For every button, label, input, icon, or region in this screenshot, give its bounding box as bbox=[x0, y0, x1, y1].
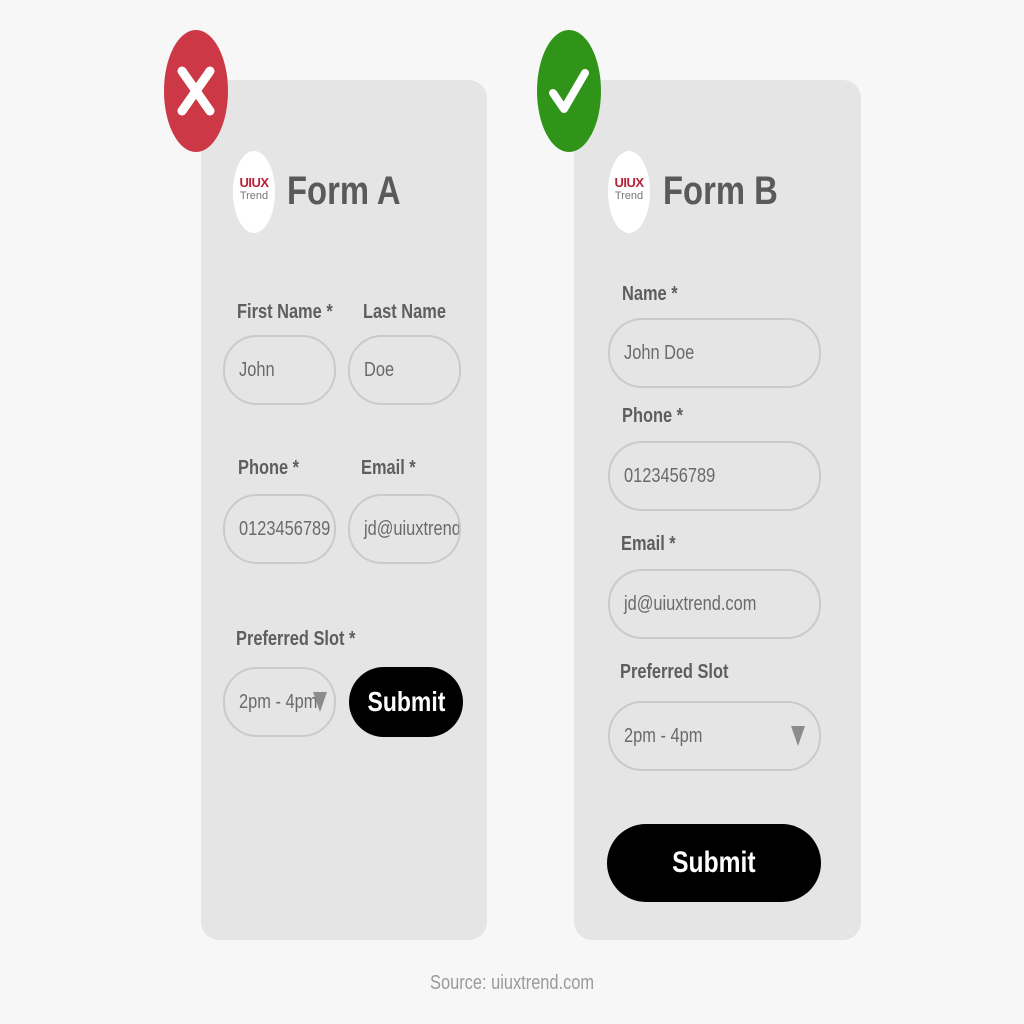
phone-field[interactable]: 0123456789 bbox=[223, 494, 336, 564]
preferred-slot-label: Preferred Slot * bbox=[236, 628, 356, 650]
phone-value: 0123456789 bbox=[624, 465, 716, 487]
email-label: Email * bbox=[361, 457, 416, 479]
first-name-value: John bbox=[239, 359, 275, 381]
name-label: Name * bbox=[622, 283, 678, 305]
email-field[interactable]: jd@uiuxtrend. bbox=[348, 494, 461, 564]
email-label: Email * bbox=[621, 533, 676, 555]
form-b-title: Form B bbox=[663, 169, 778, 213]
phone-label: Phone * bbox=[238, 457, 300, 479]
form-a-title: Form A bbox=[287, 169, 401, 213]
first-name-field[interactable]: John bbox=[223, 335, 336, 405]
logo-text-uiux: UIUX bbox=[614, 175, 644, 190]
first-name-label: First Name * bbox=[237, 301, 333, 323]
name-value: John Doe bbox=[624, 342, 695, 364]
submit-button-label: Submit bbox=[672, 846, 756, 879]
check-icon bbox=[549, 69, 589, 113]
close-icon bbox=[177, 66, 215, 116]
form-b-status-badge bbox=[537, 30, 601, 152]
email-value: jd@uiuxtrend.com bbox=[624, 593, 757, 615]
phone-label: Phone * bbox=[622, 405, 684, 427]
logo-text-uiux: UIUX bbox=[239, 175, 269, 190]
logo-text-trend: Trend bbox=[614, 190, 644, 202]
name-field[interactable]: John Doe bbox=[608, 318, 821, 388]
preferred-slot-label: Preferred Slot bbox=[620, 661, 729, 683]
chevron-down-icon bbox=[313, 692, 327, 712]
logo-text-trend: Trend bbox=[239, 190, 269, 202]
email-value: jd@uiuxtrend. bbox=[364, 518, 461, 540]
preferred-slot-value: 2pm - 4pm bbox=[239, 690, 318, 713]
source-text: Source: uiuxtrend.com bbox=[429, 972, 595, 994]
phone-value: 0123456789 bbox=[239, 518, 331, 540]
last-name-field[interactable]: Doe bbox=[348, 335, 461, 405]
last-name-label: Last Name bbox=[363, 301, 446, 323]
form-b-logo: UIUX Trend bbox=[608, 151, 650, 233]
source-caption: Source: uiuxtrend.com bbox=[0, 972, 1024, 995]
submit-button[interactable]: Submit bbox=[607, 824, 821, 902]
preferred-slot-select[interactable]: 2pm - 4pm bbox=[608, 701, 821, 771]
phone-field[interactable]: 0123456789 bbox=[608, 441, 821, 511]
submit-button[interactable]: Submit bbox=[349, 667, 463, 737]
preferred-slot-value: 2pm - 4pm bbox=[624, 724, 703, 747]
chevron-down-icon bbox=[791, 726, 805, 746]
email-field[interactable]: jd@uiuxtrend.com bbox=[608, 569, 821, 639]
submit-button-label: Submit bbox=[367, 686, 445, 717]
last-name-value: Doe bbox=[364, 359, 395, 381]
form-a-status-badge bbox=[164, 30, 228, 152]
preferred-slot-select[interactable]: 2pm - 4pm bbox=[223, 667, 336, 737]
form-a-logo: UIUX Trend bbox=[233, 151, 275, 233]
